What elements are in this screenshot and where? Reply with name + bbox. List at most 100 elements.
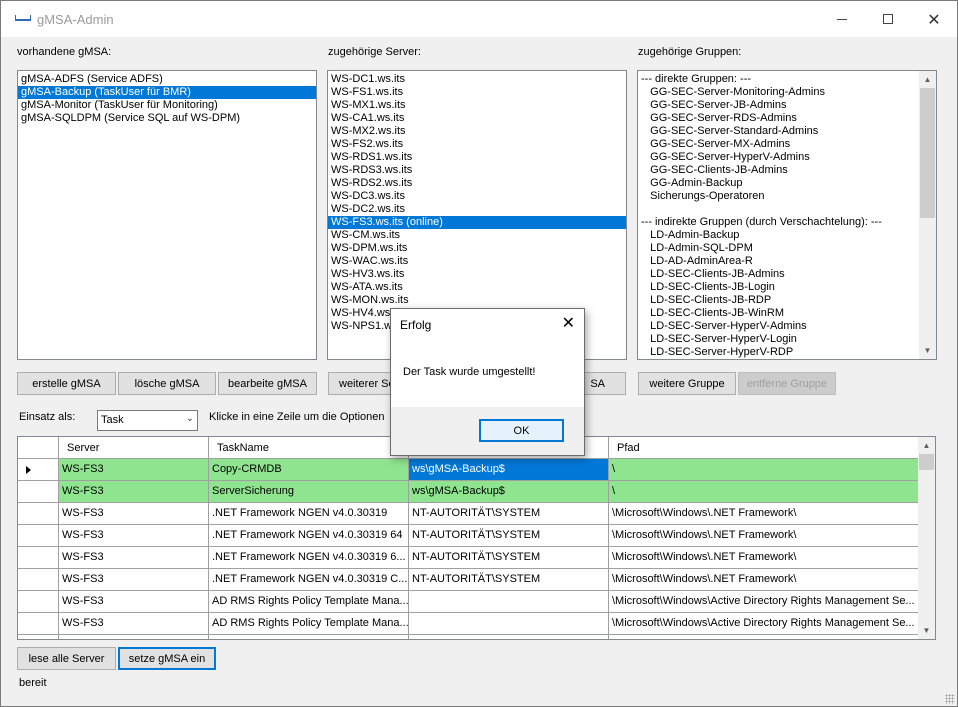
task-grid[interactable]: Server TaskName Pfad WS-FS3 Copy-CRMDB ws\gMS… [17, 436, 936, 640]
scroll-thumb[interactable] [920, 88, 935, 218]
cell-path[interactable]: \ [609, 459, 919, 481]
scroll-down-icon[interactable]: ▼ [919, 342, 936, 359]
cell-task[interactable]: .NET Framework NGEN v4.0.30319 6... [209, 547, 409, 569]
group-list-item[interactable]: GG-SEC-Server-HyperV-Admins [638, 151, 936, 164]
create-gmsa-button[interactable]: erstelle gMSA [17, 372, 116, 395]
row-header[interactable] [18, 547, 59, 569]
scroll-down-icon[interactable]: ▼ [918, 622, 935, 639]
table-row[interactable]: WS-FS3 .NET Framework NGEN v4.0.30319 C..… [18, 569, 919, 591]
row-header[interactable] [18, 481, 59, 503]
cell-task[interactable]: .NET Framework NGEN v4.0.30319 64 [209, 525, 409, 547]
gmsa-list-item[interactable]: gMSA-Monitor (TaskUser für Monitoring) [18, 99, 316, 112]
group-list-item[interactable]: LD-Admin-Backup [638, 229, 936, 242]
cell-user[interactable]: ws\gMSA-Backup$ [409, 459, 609, 481]
cell-server[interactable]: WS-FS3 [59, 591, 209, 613]
scroll-up-icon[interactable]: ▲ [918, 437, 935, 454]
group-list-item[interactable]: LD-SEC-Clients-JB-Login [638, 281, 936, 294]
group-list-item[interactable]: LD-SEC-Server-HyperV-RDP [638, 346, 936, 359]
group-list-scrollbar[interactable]: ▲ ▼ [919, 71, 936, 359]
cell-server[interactable]: WS-FS3 [59, 613, 209, 635]
cell-server[interactable]: WS-FS3 [59, 547, 209, 569]
close-window-button[interactable]: ✕ [911, 1, 957, 37]
cell-path[interactable]: \Microsoft\Windows\.NET Framework\ [609, 503, 919, 525]
cell-user[interactable]: NT-AUTORITÄT\SYSTEM [409, 547, 609, 569]
server-list-item[interactable]: WS-DPM.ws.its [328, 242, 626, 255]
cell-server[interactable] [59, 635, 209, 639]
server-list-item[interactable]: WS-WAC.ws.its [328, 255, 626, 268]
group-list-item[interactable]: LD-Admin-SQL-DPM [638, 242, 936, 255]
cell-user[interactable]: NT-AUTORITÄT\SYSTEM [409, 569, 609, 591]
group-list-item[interactable]: GG-SEC-Server-MX-Admins [638, 138, 936, 151]
cell-task[interactable]: ServerSicherung [209, 481, 409, 503]
column-header[interactable]: Server [59, 437, 209, 459]
cell-server[interactable]: WS-FS3 [59, 569, 209, 591]
scroll-thumb[interactable] [919, 454, 934, 470]
add-group-button[interactable]: weitere Gruppe [638, 372, 736, 395]
cell-user[interactable]: ws\gMSA-Backup$ [409, 481, 609, 503]
dialog-close-button[interactable]: ✕ [562, 313, 575, 332]
cell-task[interactable]: Copy-CRMDB [209, 459, 409, 481]
server-list-item[interactable]: WS-FS3.ws.its (online) [328, 216, 626, 229]
group-list-item[interactable]: --- direkte Gruppen: --- [638, 73, 936, 86]
cell-user[interactable] [409, 635, 609, 639]
row-header[interactable] [18, 503, 59, 525]
ok-button[interactable]: OK [479, 419, 564, 442]
row-header[interactable] [18, 525, 59, 547]
row-header[interactable] [18, 635, 59, 639]
cell-path[interactable]: \Microsoft\Windows\.NET Framework\ [609, 525, 919, 547]
cell-path[interactable]: \Microsoft\Windows\Active Directory Righ… [609, 613, 919, 635]
delete-gmsa-button[interactable]: lösche gMSA [118, 372, 216, 395]
group-list-item[interactable]: LD-SEC-Server-HyperV-Login [638, 333, 936, 346]
cell-user[interactable] [409, 613, 609, 635]
server-list-item[interactable]: WS-HV3.ws.its [328, 268, 626, 281]
einsatz-select[interactable]: Task ⌄ [97, 410, 198, 431]
cell-task[interactable]: AD RMS Rights Policy Template Mana... [209, 613, 409, 635]
cell-user[interactable] [409, 591, 609, 613]
server-list-item[interactable]: WS-RDS2.ws.its [328, 177, 626, 190]
cell-task[interactable]: .NET Framework NGEN v4.0.30319 [209, 503, 409, 525]
table-row[interactable]: WS-FS3 .NET Framework NGEN v4.0.30319 6..… [18, 547, 919, 569]
resize-grip[interactable] [945, 694, 955, 704]
maximize-button[interactable] [865, 1, 911, 37]
group-list-item[interactable]: GG-SEC-Server-JB-Admins [638, 99, 936, 112]
server-list-item[interactable]: WS-DC3.ws.its [328, 190, 626, 203]
row-header[interactable] [18, 459, 59, 481]
server-list-item[interactable]: WS-DC2.ws.its [328, 203, 626, 216]
group-list-item[interactable]: GG-SEC-Server-Standard-Admins [638, 125, 936, 138]
server-list-item[interactable]: WS-RDS1.ws.its [328, 151, 626, 164]
cell-server[interactable]: WS-FS3 [59, 503, 209, 525]
table-row[interactable]: WS-FS3 Copy-CRMDB ws\gMSA-Backup$ \ [18, 459, 919, 481]
cell-task[interactable]: AD RMS Rights Policy Template Mana... [209, 591, 409, 613]
column-header[interactable]: Pfad [609, 437, 919, 459]
cell-path[interactable]: \Microsoft\Windows\Active Directory Righ… [609, 591, 919, 613]
group-list-item[interactable]: GG-SEC-Server-Monitoring-Admins [638, 86, 936, 99]
cell-path[interactable]: \Microsoft\Windows\.NET Framework\ [609, 547, 919, 569]
cell-user[interactable]: NT-AUTORITÄT\SYSTEM [409, 503, 609, 525]
row-header[interactable] [18, 569, 59, 591]
row-header[interactable] [18, 591, 59, 613]
set-gmsa-button[interactable]: setze gMSA ein [118, 647, 216, 670]
server-list-item[interactable]: WS-CM.ws.its [328, 229, 626, 242]
table-row[interactable]: WS-FS3 .NET Framework NGEN v4.0.30319 NT-A… [18, 503, 919, 525]
scroll-up-icon[interactable]: ▲ [919, 71, 936, 88]
group-list-item[interactable]: GG-SEC-Server-RDS-Admins [638, 112, 936, 125]
server-list-item[interactable]: WS-FS1.ws.its [328, 86, 626, 99]
server-list-item[interactable]: WS-FS2.ws.its [328, 138, 626, 151]
edit-gmsa-button[interactable]: bearbeite gMSA [218, 372, 317, 395]
group-list-item[interactable]: LD-SEC-Clients-JB-WinRM [638, 307, 936, 320]
table-row[interactable]: WS-FS3 ServerSicherung ws\gMSA-Backup$ \ [18, 481, 919, 503]
group-list-item[interactable]: Sicherungs-Operatoren [638, 190, 936, 203]
cell-server[interactable]: WS-FS3 [59, 459, 209, 481]
cell-path[interactable] [609, 635, 919, 639]
cell-task[interactable] [209, 635, 409, 639]
group-list-item[interactable]: LD-AD-AdminArea-R [638, 255, 936, 268]
cell-server[interactable]: WS-FS3 [59, 525, 209, 547]
table-row[interactable] [18, 635, 919, 639]
server-list-item[interactable]: WS-MON.ws.its [328, 294, 626, 307]
gmsa-list-item[interactable]: gMSA-ADFS (Service ADFS) [18, 73, 316, 86]
server-list-item[interactable]: WS-MX1.ws.its [328, 99, 626, 112]
group-list-item[interactable]: LD-SEC-Clients-JB-RDP [638, 294, 936, 307]
cell-path[interactable]: \ [609, 481, 919, 503]
server-list-item[interactable]: WS-MX2.ws.its [328, 125, 626, 138]
group-list-item[interactable]: --- indirekte Gruppen (durch Verschachte… [638, 216, 936, 229]
